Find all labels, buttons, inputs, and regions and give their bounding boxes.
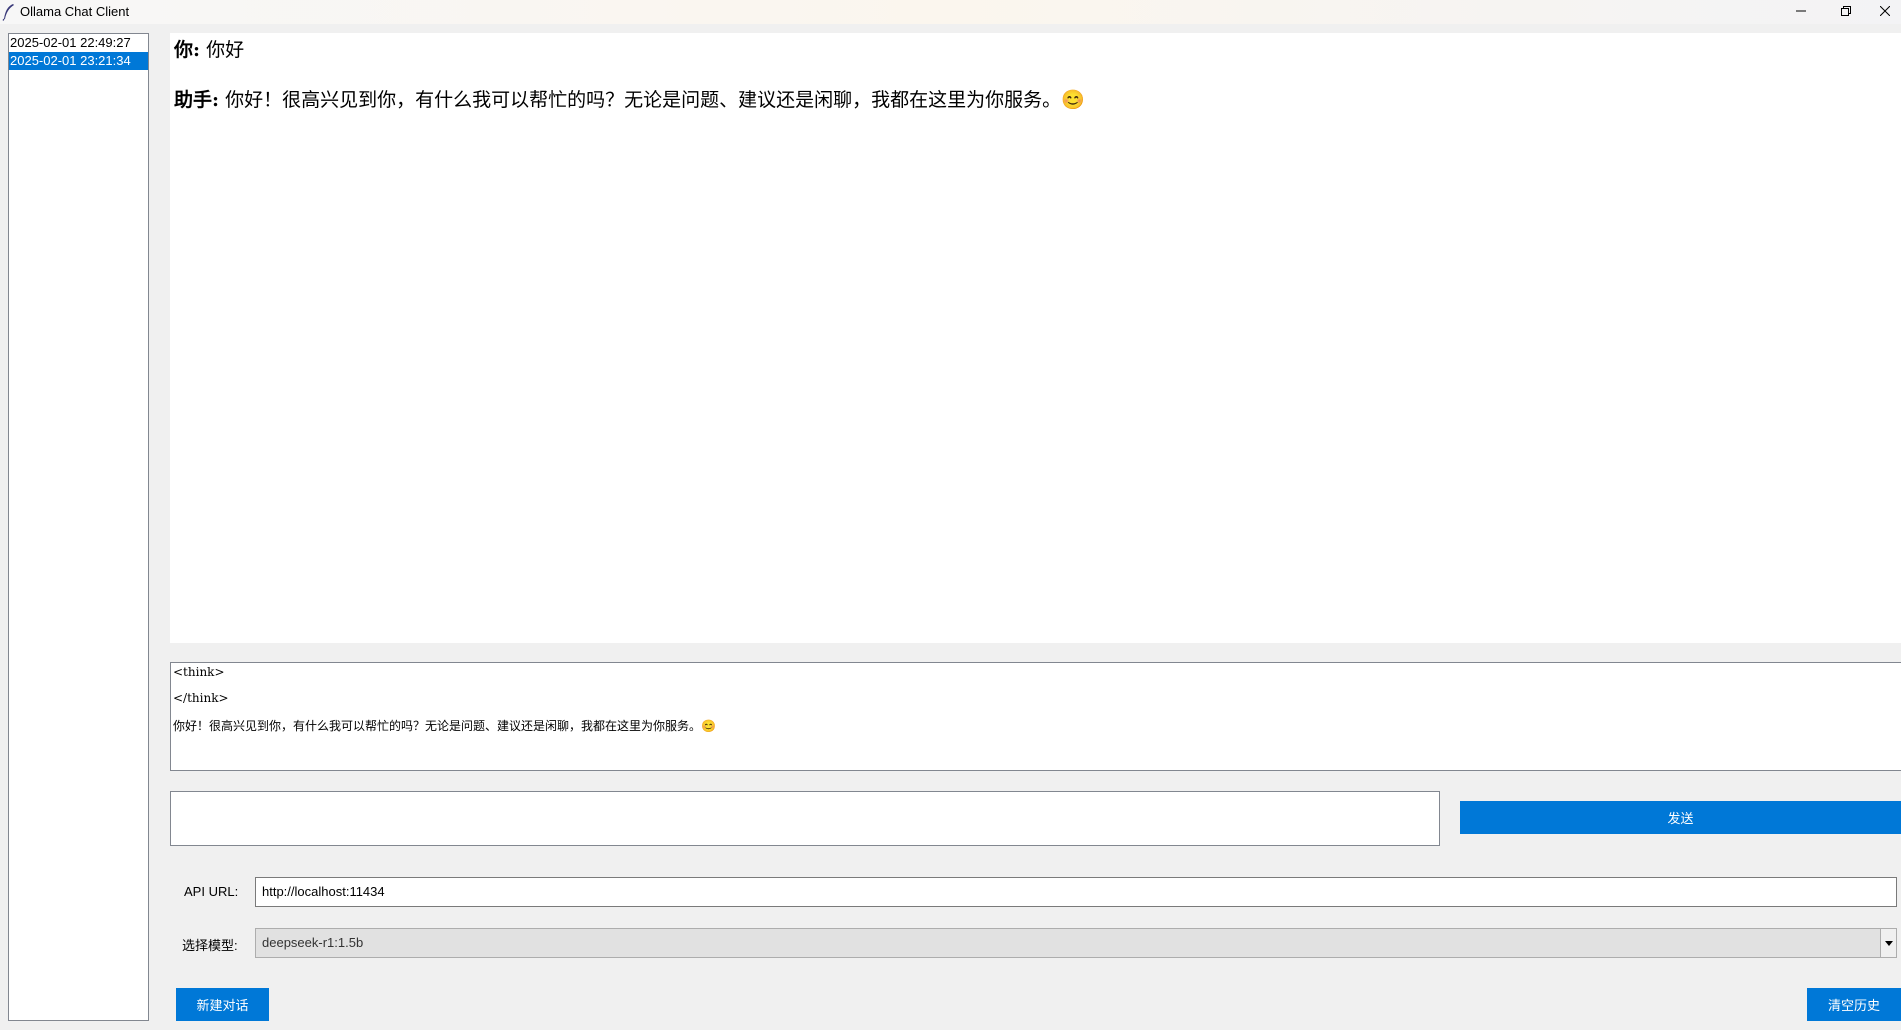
chat-display: 你: 你好 助手: 你好！很高兴见到你，有什么我可以帮忙的吗？无论是问题、建议还… — [170, 33, 1901, 643]
history-item[interactable]: 2025-02-01 22:49:27 — [9, 34, 148, 52]
send-button[interactable]: 发送 — [1460, 801, 1901, 834]
window-title: Ollama Chat Client — [20, 4, 130, 19]
model-select[interactable]: deepseek-r1:1.5b — [255, 928, 1897, 958]
close-icon — [1879, 6, 1890, 16]
chat-message-assistant: 助手: 你好！很高兴见到你，有什么我可以帮忙的吗？无论是问题、建议还是闲聊，我都… — [174, 85, 1085, 112]
api-url-label: API URL: — [184, 884, 239, 899]
minimize-button[interactable] — [1778, 0, 1824, 22]
history-item-selected[interactable]: 2025-02-01 23:21:34 — [9, 52, 148, 70]
minimize-icon — [1796, 10, 1806, 12]
close-button[interactable] — [1868, 0, 1901, 22]
clear-history-button[interactable]: 清空历史 — [1807, 988, 1901, 1021]
speaker-label: 你: — [174, 39, 201, 61]
model-select-value: deepseek-r1:1.5b — [262, 935, 364, 950]
message-text: 你好！很高兴见到你，有什么我可以帮忙的吗？无论是问题、建议还是闲聊，我都在这里为… — [225, 89, 1085, 111]
new-chat-button[interactable]: 新建对话 — [176, 988, 269, 1021]
message-input[interactable] — [170, 791, 1440, 846]
chat-message-user: 你: 你好 — [174, 35, 244, 62]
message-text: 你好 — [206, 39, 245, 61]
dropdown-arrow-icon[interactable] — [1880, 929, 1896, 957]
restore-button[interactable] — [1823, 0, 1869, 22]
title-bar: Ollama Chat Client — [0, 0, 1901, 24]
raw-line: </think> — [173, 691, 229, 705]
restore-icon — [1841, 6, 1851, 16]
history-list[interactable]: 2025-02-01 22:49:27 2025-02-01 23:21:34 — [8, 33, 149, 1021]
raw-line: 你好！很高兴见到你，有什么我可以帮忙的吗？无论是问题、建议还是闲聊，我都在这里为… — [173, 719, 716, 733]
raw-output-text[interactable]: <think> </think> 你好！很高兴见到你，有什么我可以帮忙的吗？无论… — [170, 662, 1901, 771]
speaker-label: 助手: — [174, 89, 220, 111]
api-url-input[interactable]: http://localhost:11434 — [255, 877, 1897, 907]
model-label: 选择模型: — [182, 938, 238, 953]
feather-icon — [2, 3, 16, 21]
raw-line: <think> — [173, 665, 225, 679]
